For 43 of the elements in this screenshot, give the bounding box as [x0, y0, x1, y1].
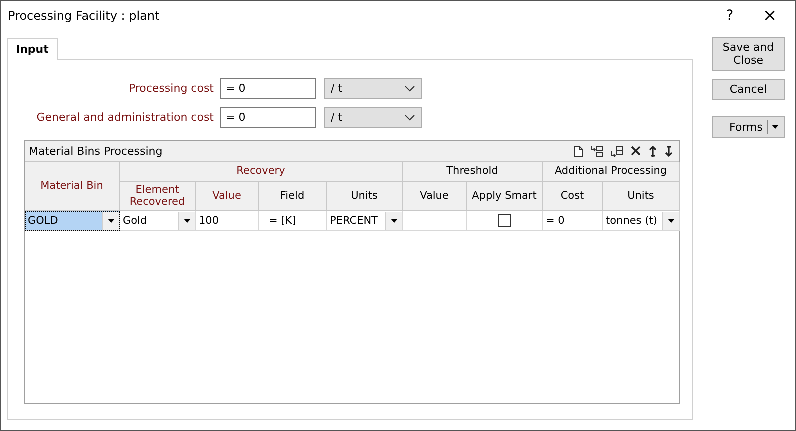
new-row-icon[interactable]: [574, 146, 583, 156]
column-header: Units: [327, 182, 403, 211]
close-button[interactable]: ×: [745, 6, 795, 26]
column-header: Value: [196, 182, 259, 211]
dropdown-cell[interactable]: PERCENT: [327, 211, 403, 231]
grid-title: Material Bins Processing: [29, 144, 163, 158]
dialog-button[interactable]: Save and Close: [712, 37, 785, 71]
window-title: Processing Facility : plant: [8, 9, 161, 23]
field-label: General and administration cost: [36, 111, 214, 124]
cost-field[interactable]: = 0: [220, 107, 316, 128]
column-header: Cost: [543, 182, 603, 211]
column-header: Material Bin: [25, 162, 120, 211]
forms-split-button[interactable]: Forms: [712, 116, 785, 138]
dialog-button[interactable]: Cancel: [712, 79, 785, 100]
cost-field[interactable]: = 0: [220, 78, 316, 99]
unit-dropdown[interactable]: / t: [324, 107, 422, 128]
help-button[interactable]: ?: [715, 8, 745, 24]
dropdown-arrow-icon: [772, 125, 779, 129]
column-header: Element Recovered: [120, 182, 196, 211]
move-down-icon[interactable]: [665, 146, 673, 156]
chevron-icon: [405, 86, 415, 92]
dropdown-cell[interactable]: Gold: [120, 211, 196, 231]
column-header: Apply Smart: [467, 182, 543, 211]
insert-row-icon[interactable]: [591, 146, 603, 156]
append-row-icon[interactable]: [611, 146, 623, 156]
column-header: Field: [259, 182, 327, 211]
delete-icon[interactable]: [631, 146, 641, 156]
unit-dropdown[interactable]: / t: [324, 78, 422, 99]
checkbox[interactable]: [498, 214, 511, 227]
table-cell: = 0: [543, 211, 603, 231]
column-group-header: Threshold: [403, 162, 543, 182]
column-group-header: Recovery: [120, 162, 403, 182]
table-cell: 100: [196, 211, 259, 231]
tab[interactable]: Input: [7, 38, 58, 60]
column-header: Units: [603, 182, 680, 211]
column-group-header: Additional Processing: [543, 162, 680, 182]
dropdown-cell[interactable]: tonnes (t): [603, 211, 680, 231]
dropdown-cell[interactable]: GOLD: [25, 211, 120, 231]
move-up-icon[interactable]: [649, 146, 657, 156]
field-label: Processing cost: [128, 82, 214, 95]
column-header: Value: [403, 182, 467, 211]
chevron-icon: [405, 114, 415, 120]
table-cell: = [K]: [259, 211, 327, 231]
